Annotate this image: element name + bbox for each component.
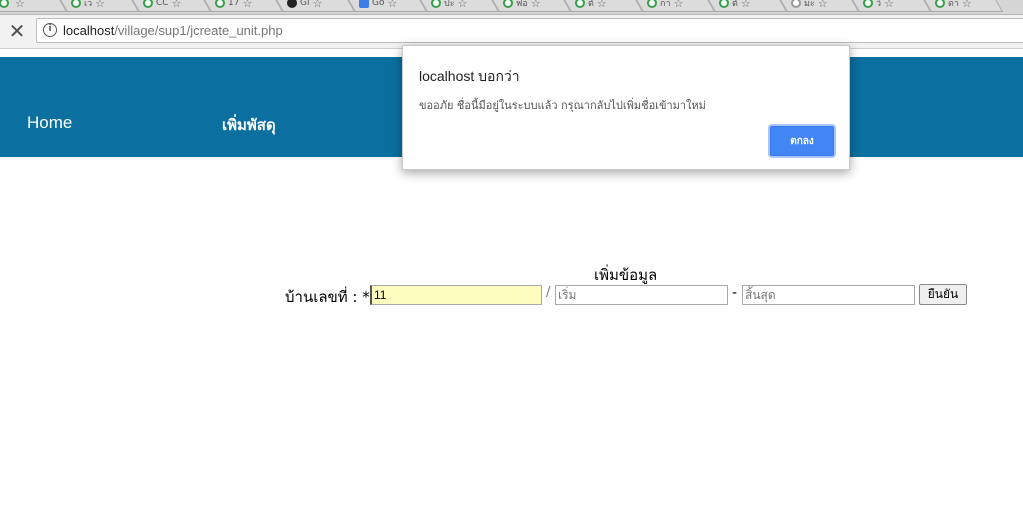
start-input[interactable] bbox=[555, 285, 728, 305]
tab-favicon-icon bbox=[575, 0, 585, 8]
star-icon: ☆ bbox=[596, 0, 607, 10]
star-icon: ☆ bbox=[387, 0, 398, 10]
end-input[interactable] bbox=[742, 285, 915, 305]
tab-favicon-icon bbox=[935, 0, 945, 8]
form-title: เพิ่มข้อมูล bbox=[594, 266, 658, 284]
star-icon: ☆ bbox=[15, 0, 25, 10]
browser-tab[interactable]: 17 ☆ bbox=[200, 0, 284, 12]
info-icon[interactable]: i bbox=[43, 23, 57, 37]
stop-loading-button[interactable]: ✕ bbox=[6, 20, 28, 42]
browser-tab[interactable]: ฟอ ☆ bbox=[488, 0, 572, 12]
tab-favicon-icon bbox=[863, 0, 873, 8]
tab-favicon-icon bbox=[431, 0, 441, 8]
tab-label: มะ bbox=[804, 0, 815, 9]
star-icon: ☆ bbox=[457, 0, 468, 10]
confirm-button[interactable]: ยืนยัน bbox=[919, 284, 967, 305]
dialog-message: ขออภัย ชื่อนี้มีอยู่ในระบบแล้ว กรุณากลับ… bbox=[419, 99, 706, 112]
tab-label: Go bbox=[372, 0, 385, 8]
browser-toolbar: ✕ i localhost/village/sup1/jcreate_unit.… bbox=[0, 15, 1023, 49]
star-icon: ☆ bbox=[740, 0, 751, 10]
nav-add-item-link[interactable]: เพิ่มพัสดุ bbox=[222, 113, 276, 137]
tab-label: ตั bbox=[588, 0, 594, 9]
tab-label: CC bbox=[156, 0, 169, 8]
nav-home-link[interactable]: Home bbox=[27, 113, 72, 133]
browser-tab[interactable]: ตั ☆ bbox=[704, 0, 788, 12]
tab-favicon-icon bbox=[503, 0, 513, 8]
tab-favicon-icon bbox=[0, 0, 9, 8]
tab-strip: ☆ เว ☆ CC ☆ 17 ☆ Gi ☆ Go ☆ ปะ ☆ ฟอ ☆ ตั ☆ กา ☆ ตั ☆ มะ ☆ วิ ☆ ดา ☆ bbox=[0, 0, 1023, 15]
star-icon: ☆ bbox=[673, 0, 684, 10]
tab-label: วิ bbox=[876, 0, 882, 9]
star-icon: ☆ bbox=[961, 0, 972, 10]
star-icon: ☆ bbox=[530, 0, 541, 10]
tab-label: Gi bbox=[300, 0, 310, 8]
tab-label: ดา bbox=[948, 0, 959, 9]
browser-tab[interactable]: ☆ bbox=[0, 0, 68, 12]
tab-label: ตั bbox=[732, 0, 738, 9]
browser-tab[interactable]: ตั ☆ bbox=[560, 0, 644, 12]
slash-separator: / bbox=[546, 285, 551, 300]
tab-favicon-icon bbox=[143, 0, 153, 8]
star-icon: ☆ bbox=[171, 0, 182, 10]
tab-label: กา bbox=[660, 0, 671, 9]
ok-button[interactable]: ตกลง bbox=[770, 126, 834, 156]
tab-label: 17 bbox=[228, 0, 240, 8]
tab-label: ฟอ bbox=[516, 0, 528, 9]
star-icon: ☆ bbox=[817, 0, 828, 10]
star-icon: ☆ bbox=[312, 0, 323, 10]
star-icon: ☆ bbox=[95, 0, 106, 10]
browser-tab[interactable]: CC ☆ bbox=[128, 0, 212, 12]
tab-label: เว bbox=[84, 0, 93, 9]
browser-tab[interactable]: Go ☆ bbox=[344, 0, 428, 12]
url-host: localhost bbox=[63, 23, 115, 38]
house-number-label: บ้านเลขที่ : * bbox=[285, 288, 370, 306]
green-circle-favicon-icon bbox=[71, 0, 81, 8]
alert-dialog: localhost บอกว่า ขออภัย ชื่อนี้มีอยู่ในร… bbox=[402, 45, 850, 170]
tab-label: ปะ bbox=[444, 0, 455, 9]
browser-tab[interactable]: กา ☆ bbox=[632, 0, 716, 12]
tab-favicon-icon bbox=[647, 0, 657, 8]
dialog-title: localhost บอกว่า bbox=[419, 68, 520, 84]
blue-square-favicon-icon bbox=[359, 0, 369, 8]
browser-tab[interactable]: ดา ☆ bbox=[920, 0, 1004, 12]
browser-tab[interactable]: เว ☆ bbox=[56, 0, 140, 12]
url-path: /village/sup1/jcreate_unit.php bbox=[114, 23, 283, 38]
tab-favicon-icon bbox=[215, 0, 225, 8]
address-bar[interactable]: i localhost/village/sup1/jcreate_unit.ph… bbox=[36, 18, 1023, 43]
browser-tab[interactable]: ปะ ☆ bbox=[416, 0, 500, 12]
house-number-input[interactable] bbox=[370, 285, 542, 305]
browser-tab[interactable]: มะ ☆ bbox=[776, 0, 860, 12]
url-text[interactable]: localhost/village/sup1/jcreate_unit.php bbox=[63, 23, 283, 38]
dash-separator: - bbox=[732, 285, 738, 301]
github-icon bbox=[287, 0, 297, 8]
gray-circle-favicon-icon bbox=[791, 0, 801, 8]
star-icon: ☆ bbox=[884, 0, 894, 10]
star-icon: ☆ bbox=[242, 0, 253, 10]
green-circle-favicon-icon bbox=[719, 0, 729, 8]
browser-tab[interactable]: วิ ☆ bbox=[848, 0, 932, 12]
browser-tab[interactable]: Gi ☆ bbox=[272, 0, 356, 12]
